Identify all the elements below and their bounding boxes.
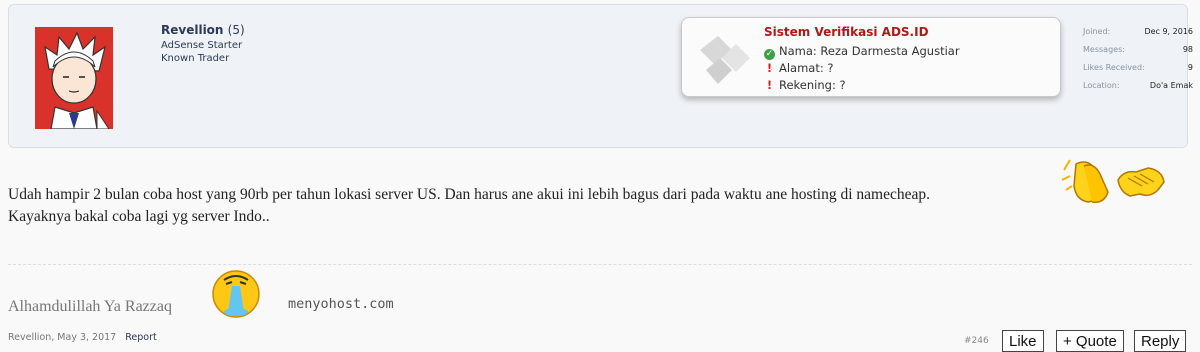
verification-row-alamat: ! Alamat: ? <box>764 61 834 75</box>
stat-label: Messages: <box>1083 45 1125 54</box>
avatar[interactable] <box>35 27 113 129</box>
verification-row-nama: ✓ Nama: Reza Darmesta Agustiar <box>764 44 960 60</box>
user-titles: AdSense Starter Known Trader <box>161 39 242 65</box>
stat-value: 9 <box>1187 63 1193 72</box>
stat-row: Likes Received: 9 <box>1083 59 1193 77</box>
stat-row: Joined: Dec 9, 2016 <box>1083 23 1193 41</box>
stat-label: Location: <box>1083 81 1120 90</box>
user-title: Known Trader <box>161 53 230 64</box>
clap-icon <box>1061 159 1165 204</box>
signature-url[interactable]: menyohost.com <box>288 296 394 312</box>
quote-button[interactable]: + Quote <box>1056 330 1124 352</box>
post-date[interactable]: May 3, 2017 <box>57 332 116 343</box>
signature-divider <box>8 264 1192 265</box>
user-stats: Joined: Dec 9, 2016 Messages: 98 Likes Rec… <box>1083 23 1193 95</box>
stat-value: 98 <box>1182 45 1193 54</box>
verification-text: Rekening: ? <box>779 78 846 92</box>
post-message: Udah hampir 2 bulan coba host yang 90rb … <box>8 184 930 228</box>
stat-value: Dec 9, 2016 <box>1144 27 1193 36</box>
message-line: Udah hampir 2 bulan coba host yang 90rb … <box>8 186 930 203</box>
stat-label: Joined: <box>1083 27 1111 36</box>
user-title: AdSense Starter <box>161 40 243 51</box>
message-line: Kayaknya bakal coba lagi yg server Indo.… <box>8 208 270 225</box>
post-meta: Revellion, May 3, 2017 Report <box>8 332 157 343</box>
exclamation-icon: ! <box>766 78 773 92</box>
post-author[interactable]: Revellion <box>8 332 51 343</box>
stat-value: Do'a Emak <box>1149 81 1193 90</box>
like-button[interactable]: Like <box>1002 330 1044 352</box>
stat-label: Likes Received: <box>1083 63 1145 72</box>
reply-button[interactable]: Reply <box>1134 330 1187 352</box>
verification-row-rekening: ! Rekening: ? <box>764 78 846 92</box>
crying-emoji-icon <box>210 268 262 320</box>
username-text[interactable]: Revellion <box>161 23 223 37</box>
post-number[interactable]: #246 <box>964 336 989 346</box>
check-circle-icon: ✓ <box>764 49 775 60</box>
clapping-emotes <box>1058 156 1168 208</box>
stat-row: Messages: 98 <box>1083 41 1193 59</box>
signature-text: Alhamdulillah Ya Razzaq <box>8 298 172 315</box>
verification-text: Alamat: ? <box>779 61 834 75</box>
verification-text: Nama: Reza Darmesta Agustiar <box>779 44 960 58</box>
ads-id-logo-icon <box>696 28 756 88</box>
verification-title: Sistem Verifikasi ADS.ID <box>764 25 929 39</box>
report-link[interactable]: Report <box>125 332 157 343</box>
exclamation-icon: ! <box>766 61 773 75</box>
user-count: (5) <box>227 23 245 37</box>
verification-box: Sistem Verifikasi ADS.ID ✓ Nama: Reza Dar… <box>681 17 1061 97</box>
stat-row: Location: Do'a Emak <box>1083 77 1193 95</box>
username[interactable]: Revellion (5) <box>161 23 245 37</box>
user-info-bar: Revellion (5) AdSense Starter Known Trad… <box>8 4 1193 148</box>
